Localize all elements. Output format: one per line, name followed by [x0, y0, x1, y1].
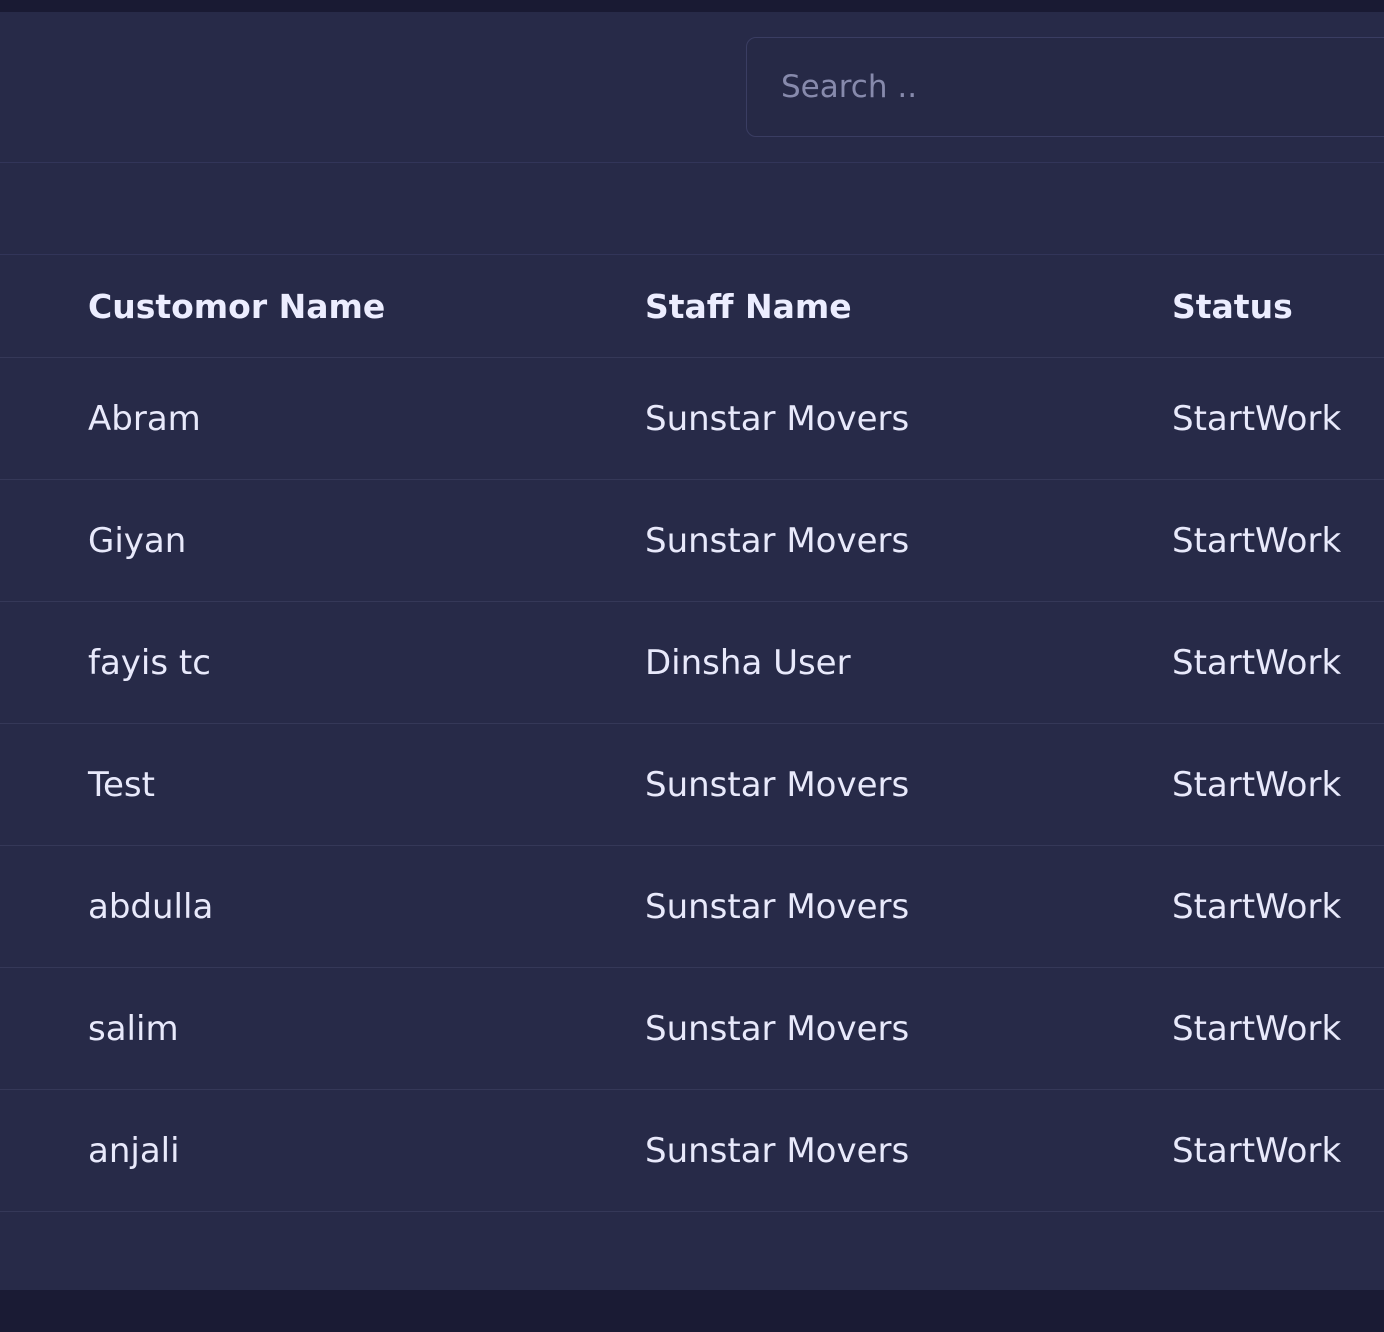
staff-name-cell: Sunstar Movers	[645, 398, 910, 439]
customer-name-cell: salim	[88, 1008, 179, 1049]
status-cell: StartWork	[1172, 520, 1342, 561]
customer-name-cell: Giyan	[88, 520, 187, 561]
search-box[interactable]	[746, 37, 1384, 137]
table-row[interactable]: anjali Sunstar Movers StartWork	[0, 1090, 1384, 1212]
staff-name-cell: Dinsha User	[645, 642, 851, 683]
staff-name-cell: Sunstar Movers	[645, 1130, 910, 1171]
staff-name-cell: Sunstar Movers	[645, 886, 910, 927]
column-header-customer-name[interactable]: Customor Name	[88, 255, 385, 357]
table-row[interactable]: salim Sunstar Movers StartWork	[0, 968, 1384, 1090]
customer-name-cell: Test	[88, 764, 155, 805]
status-cell: StartWork	[1172, 1008, 1342, 1049]
status-cell: StartWork	[1172, 398, 1342, 439]
customer-name-cell: anjali	[88, 1130, 180, 1171]
status-cell: StartWork	[1172, 1130, 1342, 1171]
table-header-row: Customor Name Staff Name Status	[0, 255, 1384, 358]
customer-name-cell: fayis tc	[88, 642, 211, 683]
table-row[interactable]: Test Sunstar Movers StartWork	[0, 724, 1384, 846]
table-row[interactable]: Giyan Sunstar Movers StartWork	[0, 480, 1384, 602]
bottom-bar	[0, 1290, 1384, 1332]
status-cell: StartWork	[1172, 764, 1342, 805]
table-row[interactable]: fayis tc Dinsha User StartWork	[0, 602, 1384, 724]
customer-name-cell: abdulla	[88, 886, 214, 927]
status-cell: StartWork	[1172, 642, 1342, 683]
column-header-staff-name[interactable]: Staff Name	[645, 255, 852, 357]
table-row[interactable]: Abram Sunstar Movers StartWork	[0, 358, 1384, 480]
staff-name-cell: Sunstar Movers	[645, 764, 910, 805]
top-bar	[0, 0, 1384, 12]
table-panel: Customor Name Staff Name Status Abram Su…	[0, 12, 1384, 1290]
status-cell: StartWork	[1172, 886, 1342, 927]
data-table: Customor Name Staff Name Status Abram Su…	[0, 254, 1384, 1212]
search-row	[0, 12, 1384, 163]
staff-name-cell: Sunstar Movers	[645, 520, 910, 561]
customer-name-cell: Abram	[88, 398, 201, 439]
staff-name-cell: Sunstar Movers	[645, 1008, 910, 1049]
table-row[interactable]: abdulla Sunstar Movers StartWork	[0, 846, 1384, 968]
search-input[interactable]	[781, 38, 1341, 136]
column-header-status[interactable]: Status	[1172, 255, 1293, 357]
